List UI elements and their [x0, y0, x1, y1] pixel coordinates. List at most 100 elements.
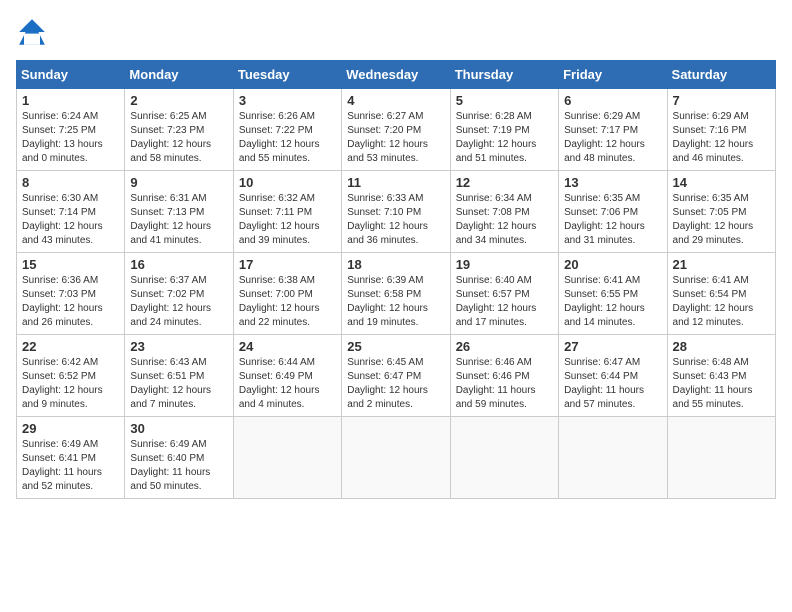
day-info: Sunrise: 6:37 AM Sunset: 7:02 PM Dayligh…	[130, 274, 227, 330]
day-info: Sunrise: 6:41 AM Sunset: 6:54 PM Dayligh…	[673, 274, 770, 330]
day-number: 24	[239, 339, 336, 354]
week-row-4: 29Sunrise: 6:49 AM Sunset: 6:41 PM Dayli…	[17, 417, 776, 499]
day-cell: 9 Sunrise: 6:31 AM Sunset: 7:13 PM Daylig…	[125, 171, 233, 253]
day-number: 17	[239, 257, 336, 272]
day-number: 8	[22, 175, 119, 190]
day-cell: 23 Sunrise: 6:43 AM Sunset: 6:51 PM Dayli…	[125, 335, 233, 417]
day-info: Sunrise: 6:43 AM Sunset: 6:51 PM Dayligh…	[130, 356, 227, 412]
day-cell: 6Sunrise: 6:29 AM Sunset: 7:17 PM Daylig…	[559, 89, 667, 171]
day-info: Sunrise: 6:27 AM Sunset: 7:20 PM Dayligh…	[347, 110, 444, 166]
day-info: Sunrise: 6:30 AM Sunset: 7:14 PM Dayligh…	[22, 192, 119, 248]
day-info: Sunrise: 6:25 AM Sunset: 7:23 PM Dayligh…	[130, 110, 227, 166]
day-cell: 11Sunrise: 6:33 AM Sunset: 7:10 PM Dayli…	[342, 171, 450, 253]
day-cell	[450, 417, 558, 499]
day-cell: 21 Sunrise: 6:41 AM Sunset: 6:54 PM Dayli…	[667, 253, 775, 335]
day-number: 18	[347, 257, 444, 272]
header-tuesday: Tuesday	[233, 61, 341, 89]
day-number: 7	[673, 93, 770, 108]
day-cell: 13Sunrise: 6:35 AM Sunset: 7:06 PM Dayli…	[559, 171, 667, 253]
header-saturday: Saturday	[667, 61, 775, 89]
day-info: Sunrise: 6:29 AM Sunset: 7:16 PM Dayligh…	[673, 110, 770, 166]
day-number: 3	[239, 93, 336, 108]
day-cell: 4 Sunrise: 6:27 AM Sunset: 7:20 PM Daylig…	[342, 89, 450, 171]
day-cell	[559, 417, 667, 499]
day-number: 11	[347, 175, 444, 190]
day-number: 4	[347, 93, 444, 108]
day-cell: 10 Sunrise: 6:32 AM Sunset: 7:11 PM Dayli…	[233, 171, 341, 253]
day-cell: 22 Sunrise: 6:42 AM Sunset: 6:52 PM Dayli…	[17, 335, 125, 417]
day-number: 15	[22, 257, 119, 272]
day-info: Sunrise: 6:40 AM Sunset: 6:57 PM Dayligh…	[456, 274, 553, 330]
day-cell: 30 Sunrise: 6:49 AM Sunset: 6:40 PM Dayli…	[125, 417, 233, 499]
day-cell: 20 Sunrise: 6:41 AM Sunset: 6:55 PM Dayli…	[559, 253, 667, 335]
day-info: Sunrise: 6:39 AM Sunset: 6:58 PM Dayligh…	[347, 274, 444, 330]
day-number: 23	[130, 339, 227, 354]
day-cell: 27 Sunrise: 6:47 AM Sunset: 6:44 PM Dayli…	[559, 335, 667, 417]
header-thursday: Thursday	[450, 61, 558, 89]
page-header	[16, 16, 776, 48]
day-cell: 1 Sunrise: 6:24 AM Sunset: 7:25 PM Daylig…	[17, 89, 125, 171]
logo	[16, 16, 52, 48]
day-cell: 24 Sunrise: 6:44 AM Sunset: 6:49 PM Dayli…	[233, 335, 341, 417]
day-cell	[233, 417, 341, 499]
day-info: Sunrise: 6:35 AM Sunset: 7:05 PM Dayligh…	[673, 192, 770, 248]
day-number: 22	[22, 339, 119, 354]
day-number: 9	[130, 175, 227, 190]
week-row-0: 1 Sunrise: 6:24 AM Sunset: 7:25 PM Daylig…	[17, 89, 776, 171]
day-number: 2	[130, 93, 227, 108]
day-cell: 15 Sunrise: 6:36 AM Sunset: 7:03 PM Dayli…	[17, 253, 125, 335]
day-cell	[667, 417, 775, 499]
day-cell: 8 Sunrise: 6:30 AM Sunset: 7:14 PM Daylig…	[17, 171, 125, 253]
day-info: Sunrise: 6:31 AM Sunset: 7:13 PM Dayligh…	[130, 192, 227, 248]
header-monday: Monday	[125, 61, 233, 89]
day-cell	[342, 417, 450, 499]
day-number: 5	[456, 93, 553, 108]
week-row-2: 15 Sunrise: 6:36 AM Sunset: 7:03 PM Dayli…	[17, 253, 776, 335]
day-info: Sunrise: 6:26 AM Sunset: 7:22 PM Dayligh…	[239, 110, 336, 166]
day-info: Sunrise: 6:48 AM Sunset: 6:43 PM Dayligh…	[673, 356, 770, 412]
day-cell: 2 Sunrise: 6:25 AM Sunset: 7:23 PM Daylig…	[125, 89, 233, 171]
week-row-1: 8 Sunrise: 6:30 AM Sunset: 7:14 PM Daylig…	[17, 171, 776, 253]
day-info: Sunrise: 6:32 AM Sunset: 7:11 PM Dayligh…	[239, 192, 336, 248]
day-number: 1	[22, 93, 119, 108]
day-number: 30	[130, 421, 227, 436]
day-info: Sunrise: 6:35 AM Sunset: 7:06 PM Dayligh…	[564, 192, 661, 248]
day-cell: 7 Sunrise: 6:29 AM Sunset: 7:16 PM Daylig…	[667, 89, 775, 171]
day-info: Sunrise: 6:34 AM Sunset: 7:08 PM Dayligh…	[456, 192, 553, 248]
day-number: 25	[347, 339, 444, 354]
day-cell: 5 Sunrise: 6:28 AM Sunset: 7:19 PM Daylig…	[450, 89, 558, 171]
day-cell: 18 Sunrise: 6:39 AM Sunset: 6:58 PM Dayli…	[342, 253, 450, 335]
day-info: Sunrise: 6:45 AM Sunset: 6:47 PM Dayligh…	[347, 356, 444, 412]
day-cell: 26 Sunrise: 6:46 AM Sunset: 6:46 PM Dayli…	[450, 335, 558, 417]
header-wednesday: Wednesday	[342, 61, 450, 89]
day-number: 20	[564, 257, 661, 272]
day-info: Sunrise: 6:28 AM Sunset: 7:19 PM Dayligh…	[456, 110, 553, 166]
calendar-table: SundayMondayTuesdayWednesdayThursdayFrid…	[16, 60, 776, 499]
day-info: Sunrise: 6:42 AM Sunset: 6:52 PM Dayligh…	[22, 356, 119, 412]
day-cell: 12 Sunrise: 6:34 AM Sunset: 7:08 PM Dayli…	[450, 171, 558, 253]
day-cell: 16 Sunrise: 6:37 AM Sunset: 7:02 PM Dayli…	[125, 253, 233, 335]
day-cell: 17 Sunrise: 6:38 AM Sunset: 7:00 PM Dayli…	[233, 253, 341, 335]
day-info: Sunrise: 6:44 AM Sunset: 6:49 PM Dayligh…	[239, 356, 336, 412]
day-number: 26	[456, 339, 553, 354]
day-cell: 19Sunrise: 6:40 AM Sunset: 6:57 PM Dayli…	[450, 253, 558, 335]
day-cell: 28 Sunrise: 6:48 AM Sunset: 6:43 PM Dayli…	[667, 335, 775, 417]
day-number: 10	[239, 175, 336, 190]
day-number: 27	[564, 339, 661, 354]
day-number: 12	[456, 175, 553, 190]
day-cell: 3 Sunrise: 6:26 AM Sunset: 7:22 PM Daylig…	[233, 89, 341, 171]
day-number: 14	[673, 175, 770, 190]
day-number: 28	[673, 339, 770, 354]
day-info: Sunrise: 6:49 AM Sunset: 6:40 PM Dayligh…	[130, 438, 227, 494]
header-sunday: Sunday	[17, 61, 125, 89]
header-friday: Friday	[559, 61, 667, 89]
day-number: 16	[130, 257, 227, 272]
day-info: Sunrise: 6:24 AM Sunset: 7:25 PM Dayligh…	[22, 110, 119, 166]
day-info: Sunrise: 6:36 AM Sunset: 7:03 PM Dayligh…	[22, 274, 119, 330]
day-info: Sunrise: 6:47 AM Sunset: 6:44 PM Dayligh…	[564, 356, 661, 412]
day-info: Sunrise: 6:41 AM Sunset: 6:55 PM Dayligh…	[564, 274, 661, 330]
day-number: 21	[673, 257, 770, 272]
day-cell: 29Sunrise: 6:49 AM Sunset: 6:41 PM Dayli…	[17, 417, 125, 499]
day-info: Sunrise: 6:38 AM Sunset: 7:00 PM Dayligh…	[239, 274, 336, 330]
day-info: Sunrise: 6:46 AM Sunset: 6:46 PM Dayligh…	[456, 356, 553, 412]
